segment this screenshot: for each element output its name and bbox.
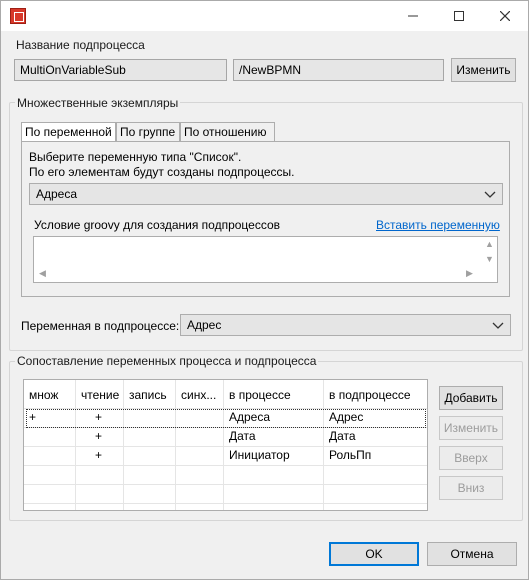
move-up-button[interactable]: Вверх	[439, 446, 503, 470]
add-mapping-button[interactable]: Добавить	[439, 386, 503, 410]
multi-instances-label: Множественные экземпляры	[15, 96, 181, 110]
cancel-button[interactable]: Отмена	[427, 542, 517, 566]
scroll-down-icon[interactable]: ▼	[485, 254, 494, 264]
minimize-button[interactable]	[390, 1, 436, 31]
column-header-write[interactable]: запись	[124, 380, 176, 408]
minimize-icon	[408, 15, 418, 17]
column-header-sync[interactable]: синх...	[176, 380, 224, 408]
chevron-down-icon	[492, 322, 504, 329]
close-button[interactable]	[482, 1, 528, 31]
app-icon	[10, 8, 26, 24]
close-icon	[500, 11, 510, 21]
cell-read[interactable]: +	[90, 427, 124, 446]
scroll-up-icon[interactable]: ▲	[485, 239, 494, 249]
column-header-in-subprocess[interactable]: в подпроцессе	[324, 380, 427, 408]
groovy-condition-label: Условие groovy для создания подпроцессов	[34, 218, 281, 232]
dialog-window: Название подпроцесса MultiOnVariableSub …	[0, 0, 529, 580]
cell-in-subprocess[interactable]: Дата	[324, 427, 427, 446]
list-variable-value: Адреса	[36, 187, 78, 201]
column-header-multi[interactable]: множ	[24, 380, 76, 408]
title-bar	[1, 1, 528, 31]
cell-multi[interactable]	[24, 427, 76, 446]
row-divider	[24, 484, 427, 485]
subprocess-name-field: MultiOnVariableSub	[14, 59, 227, 81]
cell-sync[interactable]	[176, 446, 224, 465]
subprocess-path-field: /NewBPMN	[233, 59, 444, 81]
insert-variable-link[interactable]: Вставить переменную	[376, 218, 500, 232]
move-down-button[interactable]: Вниз	[439, 476, 503, 500]
cell-in-process[interactable]: Адреса	[224, 408, 324, 427]
row-divider	[24, 503, 427, 504]
cell-in-process[interactable]: Дата	[224, 427, 324, 446]
tab-by-relation[interactable]: По отношению	[180, 122, 275, 141]
horizontal-scrollbar[interactable]: ◀ ▶	[34, 265, 497, 282]
edit-mapping-button[interactable]: Изменить	[439, 416, 503, 440]
mapping-group-label: Сопоставление переменных процесса и подп…	[15, 354, 319, 368]
scroll-left-icon[interactable]: ◀	[39, 268, 46, 279]
subprocess-variable-label: Переменная в подпроцессе:	[21, 319, 180, 333]
cell-in-subprocess[interactable]: Адрес	[324, 408, 427, 427]
cell-sync[interactable]	[176, 408, 224, 427]
cell-in-subprocess[interactable]: РольПп	[324, 446, 427, 465]
subprocess-variable-value: Адрес	[187, 318, 222, 332]
cell-in-process[interactable]: Инициатор	[224, 446, 324, 465]
cell-read[interactable]: +	[90, 446, 124, 465]
maximize-button[interactable]	[436, 1, 482, 31]
tab-by-variable[interactable]: По переменной	[21, 122, 116, 142]
scroll-right-icon[interactable]: ▶	[466, 268, 473, 279]
row-divider	[24, 465, 427, 466]
subprocess-variable-select[interactable]: Адрес	[180, 314, 511, 336]
column-header-read[interactable]: чтение	[76, 380, 124, 408]
cell-multi[interactable]	[24, 446, 76, 465]
tab-by-group[interactable]: По группе	[116, 122, 180, 141]
mapping-table[interactable]: множ чтение запись синх... в процессе в …	[23, 379, 428, 511]
cell-write[interactable]	[124, 427, 176, 446]
change-subprocess-button[interactable]: Изменить	[451, 58, 516, 82]
subprocess-group-label: Название подпроцесса	[16, 38, 145, 52]
hint-line-1: Выберите переменную типа "Список".	[29, 150, 242, 164]
groovy-condition-textarea[interactable]: ▲ ▼ ◀ ▶	[33, 236, 498, 283]
cell-read[interactable]: +	[90, 408, 124, 427]
cell-write[interactable]	[124, 408, 176, 427]
list-variable-select[interactable]: Адреса	[29, 183, 503, 205]
hint-line-2: По его элементам будут созданы подпроцес…	[29, 165, 295, 179]
maximize-icon	[454, 11, 464, 21]
cell-multi[interactable]: +	[24, 408, 76, 427]
cell-write[interactable]	[124, 446, 176, 465]
tab-panel-by-variable: Выберите переменную типа "Список". По ег…	[21, 141, 510, 297]
column-header-in-process[interactable]: в процессе	[224, 380, 324, 408]
vertical-scrollbar[interactable]: ▲ ▼	[480, 237, 497, 265]
cell-sync[interactable]	[176, 427, 224, 446]
ok-button[interactable]: OK	[329, 542, 419, 566]
chevron-down-icon	[484, 191, 496, 198]
